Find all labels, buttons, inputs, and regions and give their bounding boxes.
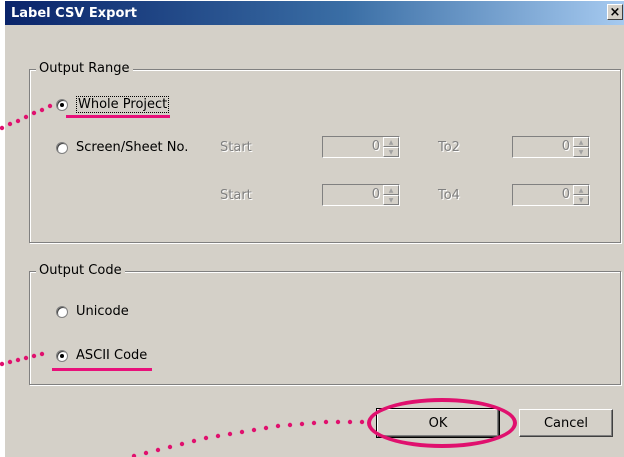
callout-dots — [0, 103, 365, 457]
